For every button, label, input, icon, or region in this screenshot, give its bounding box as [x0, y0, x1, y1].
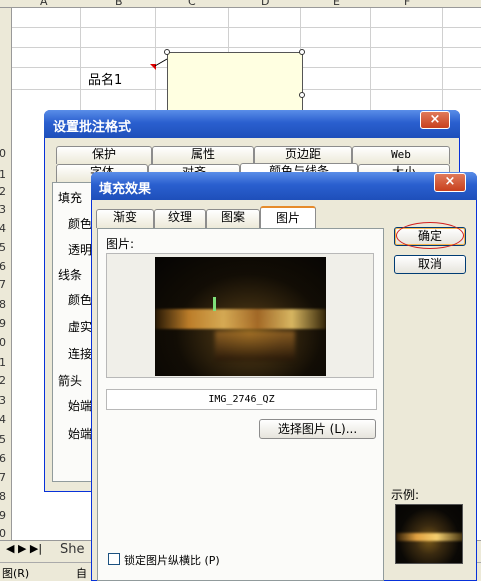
line-color-label: 颜色 [68, 293, 93, 307]
close-icon[interactable]: × [434, 173, 466, 192]
grid-line [155, 8, 156, 118]
column-header-E[interactable]: E [333, 0, 340, 8]
row-header[interactable]: 9 [0, 509, 6, 522]
row-header[interactable]: 5 [0, 433, 6, 446]
grid-line [12, 47, 481, 48]
row-header[interactable]: 6 [0, 260, 6, 273]
column-header-D[interactable]: D [261, 0, 269, 8]
row-header[interactable]: 4 [0, 413, 6, 426]
row-header[interactable]: 0 [0, 147, 6, 160]
sample-city-lights [396, 533, 462, 541]
fill-effects-title: 填充效果 [99, 182, 152, 197]
section-arrow: 箭头 [58, 374, 83, 388]
picture-preview-image [155, 257, 326, 376]
row-header[interactable]: 8 [0, 490, 6, 503]
tab-properties[interactable]: 属性 [152, 146, 254, 164]
comment-format-title: 设置批注格式 [53, 120, 132, 135]
column-header-A[interactable]: A [40, 0, 48, 8]
connector-label: 连接 [68, 347, 93, 361]
draw-menu[interactable]: 图(R) [2, 565, 29, 581]
file-name-box: IMG_2746_QZ [106, 389, 377, 410]
grid-line [442, 8, 443, 118]
transparency-label: 透明 [68, 243, 93, 257]
city-lights [155, 309, 326, 329]
lock-aspect-checkbox[interactable] [108, 553, 120, 565]
row-header[interactable]: 6 [0, 452, 6, 465]
resize-handle[interactable] [299, 92, 305, 98]
tab-margins[interactable]: 页边距 [254, 146, 352, 164]
fill-color-label: 颜色 [68, 217, 93, 231]
row-header[interactable]: 3 [0, 203, 6, 216]
row-header[interactable]: 2 [0, 374, 6, 387]
tab-gradient[interactable]: 渐变 [96, 209, 154, 228]
row-header[interactable]: 1 [0, 168, 6, 181]
row-header[interactable]: 0 [0, 336, 6, 349]
lock-aspect-label: 锁定图片纵横比 (P) [124, 554, 220, 567]
tab-pattern[interactable]: 图案 [206, 209, 260, 228]
tab-texture[interactable]: 纹理 [154, 209, 206, 228]
light-reflection [215, 331, 295, 361]
file-name: IMG_2746_QZ [208, 394, 275, 405]
tower-light [213, 297, 216, 311]
row-header[interactable]: 5 [0, 241, 6, 254]
begin-size-label: 始端 [68, 427, 93, 441]
resize-handle[interactable] [164, 49, 170, 55]
row-header[interactable]: 4 [0, 222, 6, 235]
status-mid-text[interactable]: 自 [76, 565, 87, 581]
picture-label: 图片: [106, 237, 135, 251]
begin-style-label: 始端 [68, 399, 93, 413]
section-line: 线条 [58, 268, 83, 282]
column-header-B[interactable]: B [115, 0, 123, 8]
row-header[interactable]: 3 [0, 394, 6, 407]
row-header[interactable]: 7 [0, 278, 6, 291]
cell-label[interactable]: 品名1 [88, 69, 122, 88]
row-header[interactable]: 9 [0, 317, 6, 330]
column-header-F[interactable]: F [404, 0, 410, 8]
sheet-nav-prev-icon[interactable]: ◀ ▶ ▶| [6, 542, 42, 555]
cancel-button[interactable]: 取消 [394, 255, 466, 274]
resize-handle[interactable] [299, 49, 305, 55]
row-header[interactable]: 8 [0, 298, 6, 311]
row-header[interactable]: 1 [0, 356, 6, 369]
tab-protect[interactable]: 保护 [56, 146, 152, 164]
sample-preview-image [395, 504, 463, 564]
column-header-C[interactable]: C [188, 0, 196, 8]
row-header[interactable]: 0 [0, 527, 6, 540]
row-header[interactable]: 7 [0, 471, 6, 484]
select-picture-button[interactable]: 选择图片 (L)... [259, 419, 376, 439]
grid-line [370, 8, 371, 118]
row-header[interactable]: 2 [0, 185, 6, 198]
grid-line [12, 27, 481, 28]
grid-line [80, 8, 81, 118]
comment-connector [154, 58, 168, 67]
sample-label: 示例: [391, 488, 420, 502]
section-fill: 填充 [58, 191, 83, 205]
ok-highlight-ring [396, 222, 464, 249]
tab-web[interactable]: Web [352, 146, 450, 164]
sheet-tab[interactable]: She [60, 542, 85, 557]
dash-label: 虚实 [68, 320, 93, 334]
close-icon[interactable]: × [420, 111, 450, 129]
tab-picture[interactable]: 图片 [260, 206, 316, 229]
